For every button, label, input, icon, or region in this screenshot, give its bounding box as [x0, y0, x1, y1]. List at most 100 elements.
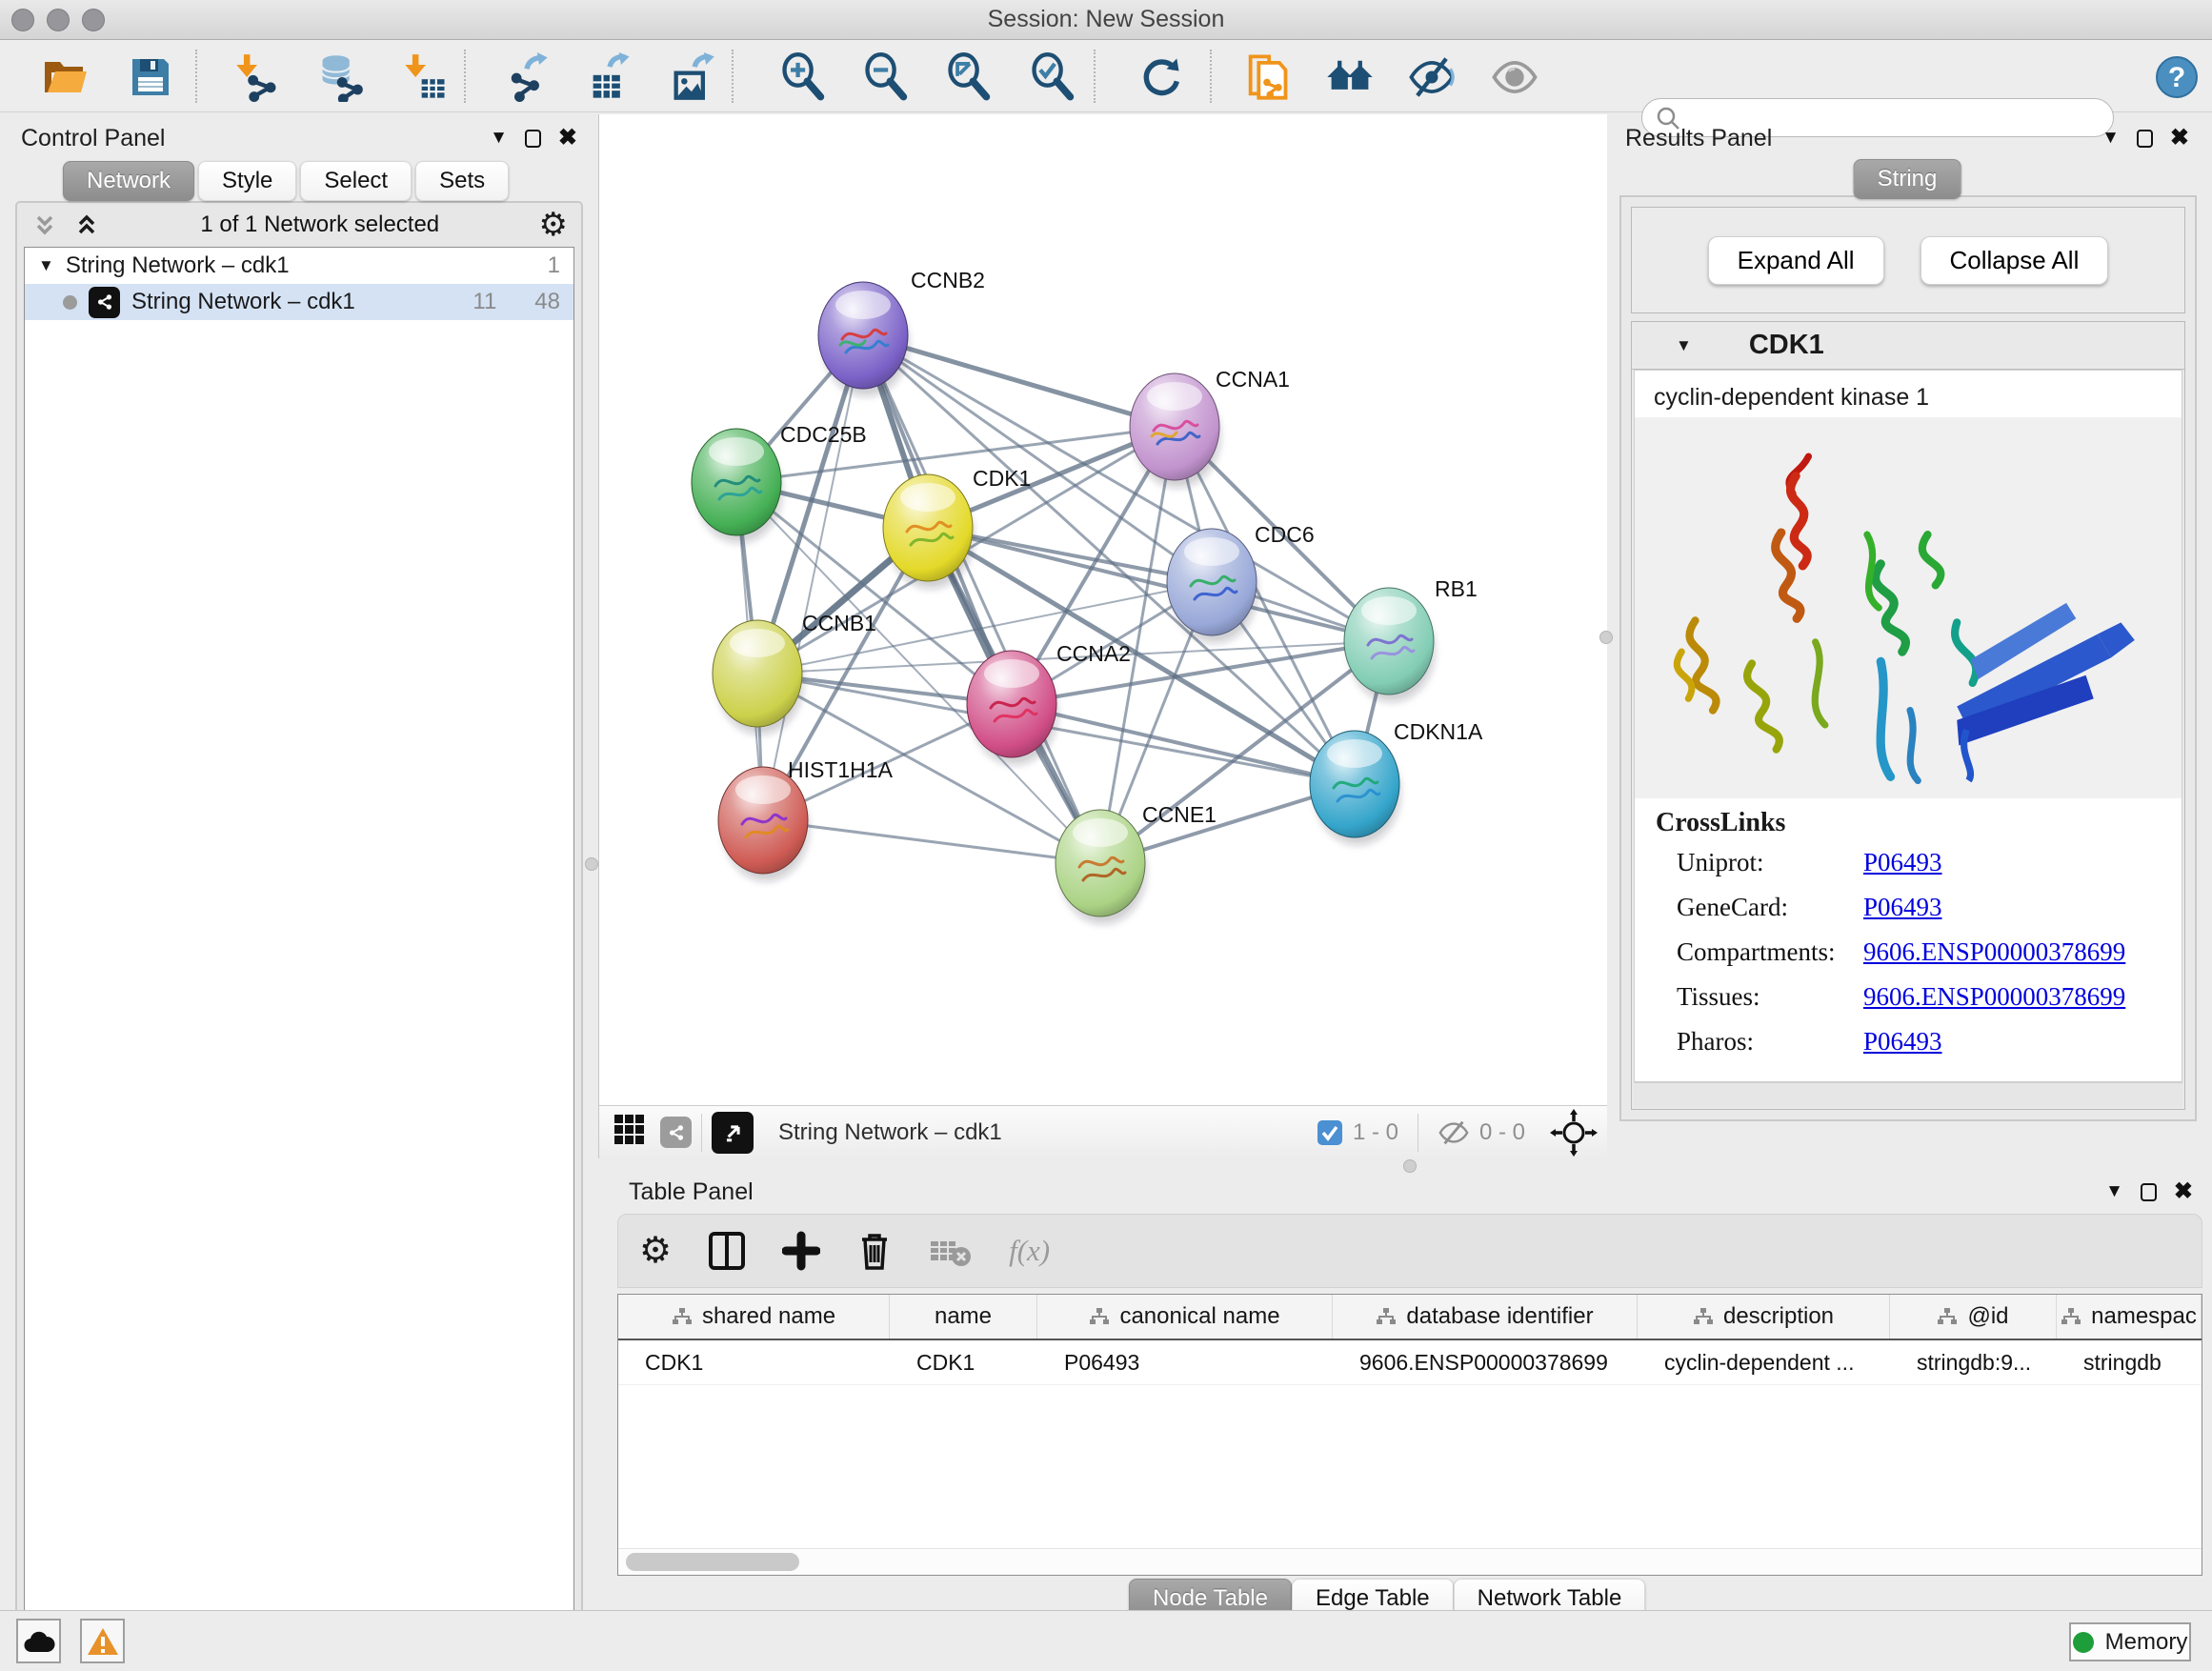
warnings-button[interactable] — [80, 1619, 125, 1663]
network-node-ccna1[interactable]: CCNA1 — [1130, 367, 1290, 488]
horizontal-splitter[interactable] — [598, 1158, 1606, 1174]
zoom-in-icon[interactable] — [775, 53, 831, 101]
delete-table-icon[interactable] — [929, 1234, 973, 1268]
panel-menu-icon[interactable]: ▼ — [490, 128, 508, 149]
network-view-type-icon[interactable] — [660, 1117, 692, 1148]
network-tree: ▼ String Network – cdk1 1 String Network… — [24, 247, 574, 1671]
network-node-rb1[interactable]: RB1 — [1344, 576, 1478, 702]
table-hscrollbar[interactable] — [618, 1548, 2202, 1575]
network-row[interactable]: String Network – cdk1 11 48 — [25, 284, 573, 320]
network-node-ccnb1[interactable]: CCNB1 — [713, 611, 876, 735]
cloud-status-button[interactable] — [16, 1619, 61, 1663]
zoom-fit-icon[interactable] — [941, 53, 996, 101]
column-header-description[interactable]: description — [1638, 1295, 1890, 1339]
hide-selected-eye-slash-icon[interactable] — [1404, 53, 1459, 101]
tab-select[interactable]: Select — [300, 161, 412, 201]
table-row[interactable]: CDK1CDK1P064939606.ENSP00000378699cyclin… — [618, 1340, 2202, 1385]
network-options-gear-icon[interactable]: ⚙ — [539, 209, 568, 241]
export-network-icon[interactable] — [499, 53, 554, 101]
export-table-icon[interactable] — [582, 53, 637, 101]
delete-column-trash-icon[interactable] — [856, 1230, 893, 1272]
function-builder-icon[interactable]: f(x) — [1009, 1234, 1050, 1268]
save-session-icon[interactable] — [123, 53, 178, 101]
table-options-gear-icon[interactable]: ⚙ — [639, 1233, 672, 1269]
expand-all-button[interactable]: Expand All — [1708, 236, 1884, 285]
network-node-hist1h1a[interactable]: HIST1H1A — [718, 757, 894, 881]
column-header-name[interactable]: name — [890, 1295, 1037, 1339]
column-header-namespac[interactable]: namespac — [2057, 1295, 2202, 1339]
zoom-selected-icon[interactable] — [1025, 53, 1080, 101]
column-header-shared-name[interactable]: shared name — [618, 1295, 890, 1339]
close-panel-icon[interactable]: ✖ — [2170, 127, 2189, 150]
tab-style[interactable]: Style — [198, 161, 296, 201]
tab-string[interactable]: String — [1854, 159, 1961, 199]
float-panel-icon[interactable] — [2137, 130, 2153, 148]
column-header-database-identifier[interactable]: database identifier — [1333, 1295, 1638, 1339]
control-panel-tabs: NetworkStyleSelectSets — [63, 161, 509, 201]
expand-all-tree-icon[interactable] — [30, 211, 59, 239]
collapse-all-tree-icon[interactable] — [72, 211, 101, 239]
grid-view-icon[interactable] — [613, 1113, 647, 1152]
detach-view-icon[interactable] — [712, 1112, 754, 1154]
tab-network[interactable]: Network — [63, 161, 194, 201]
panel-menu-icon[interactable]: ▼ — [2101, 128, 2120, 149]
column-header--id[interactable]: @id — [1890, 1295, 2057, 1339]
node-label: CCNA2 — [1056, 641, 1131, 666]
crosslink-link[interactable]: 9606.ENSP00000378699 — [1863, 937, 2125, 967]
tab-sets[interactable]: Sets — [415, 161, 509, 201]
panel-menu-icon[interactable]: ▼ — [2105, 1181, 2123, 1202]
collapse-entry-icon[interactable]: ▼ — [1676, 336, 1692, 355]
crosslink-link[interactable]: P06493 — [1863, 1027, 1942, 1057]
crosslink-link[interactable]: P06493 — [1863, 848, 1942, 877]
network-node-ccnb2[interactable]: CCNB2 — [818, 268, 985, 396]
hscrollbar-thumb[interactable] — [626, 1553, 799, 1571]
float-panel-icon[interactable] — [525, 130, 541, 148]
zoom-window-button[interactable] — [82, 9, 105, 31]
open-session-icon[interactable] — [36, 53, 91, 101]
add-column-icon[interactable] — [782, 1230, 820, 1272]
crosslink-link[interactable]: P06493 — [1863, 893, 1942, 922]
column-header-canonical-name[interactable]: canonical name — [1037, 1295, 1333, 1339]
string-results-content: Expand All Collapse All ▼ CDK1 cyclin-de… — [1619, 195, 2197, 1121]
network-edge-ccnb2-ccne1[interactable] — [863, 335, 1100, 863]
network-edge-ccna2-cdkn1a[interactable] — [1012, 704, 1355, 784]
help-icon[interactable]: ? — [2149, 53, 2204, 101]
crosslink-link[interactable]: 9606.ENSP00000378699 — [1863, 982, 2125, 1012]
fit-content-crosshair-icon[interactable] — [1550, 1109, 1598, 1157]
network-node-cdkn1a[interactable]: CDKN1A — [1310, 719, 1483, 845]
network-canvas[interactable]: CCNB2 CCNA1 CDC25BCDK1 CDC6RB1 CCNB1 CCNA2 CDK… — [599, 114, 1607, 1105]
collapse-all-button[interactable]: Collapse All — [1920, 236, 2109, 285]
network-overview-houses-icon[interactable] — [1322, 53, 1377, 101]
svg-text:?: ? — [2168, 62, 2185, 93]
network-edge-hist1h1a-ccne1[interactable] — [763, 820, 1100, 863]
close-panel-icon[interactable]: ✖ — [2174, 1180, 2193, 1203]
selected-checkbox-icon[interactable] — [1317, 1119, 1343, 1146]
network-node-cdc6[interactable]: CDC6 — [1167, 522, 1315, 643]
network-node-cdk1[interactable]: CDK1 — [883, 466, 1031, 589]
network-edge-ccnb2-ccna1[interactable] — [863, 335, 1175, 427]
splitter-handle[interactable] — [1403, 1159, 1417, 1173]
memory-button[interactable]: Memory — [2069, 1622, 2191, 1661]
import-network-database-icon[interactable] — [312, 53, 368, 101]
node-details-header[interactable]: ▼ CDK1 — [1632, 322, 2184, 370]
left-splitter-handle[interactable] — [585, 857, 598, 871]
network-edge-ccnb2-hist1h1a[interactable] — [763, 335, 863, 820]
update-network-icon[interactable] — [1133, 53, 1188, 101]
import-network-file-icon[interactable] — [230, 53, 285, 101]
close-panel-icon[interactable]: ✖ — [558, 127, 577, 150]
crosslink-label: Uniprot: — [1677, 848, 1863, 877]
network-collection-row[interactable]: ▼ String Network – cdk1 1 — [25, 248, 573, 284]
import-table-icon[interactable] — [398, 53, 453, 101]
show-columns-icon[interactable] — [708, 1230, 746, 1272]
minimize-window-button[interactable] — [47, 9, 70, 31]
float-panel-icon[interactable] — [2141, 1183, 2157, 1201]
network-node-ccne1[interactable]: CCNE1 — [1056, 802, 1217, 924]
zoom-out-icon[interactable] — [858, 53, 914, 101]
export-image-icon[interactable] — [665, 53, 720, 101]
close-window-button[interactable] — [11, 9, 34, 31]
clone-network-icon[interactable] — [1239, 53, 1295, 101]
network-node-cdc25b[interactable]: CDC25B — [692, 422, 867, 543]
show-hidden-eye-icon[interactable] — [1487, 53, 1542, 101]
tree-expand-icon[interactable]: ▼ — [38, 256, 54, 275]
results-scrollbar[interactable] — [1634, 1082, 2182, 1107]
